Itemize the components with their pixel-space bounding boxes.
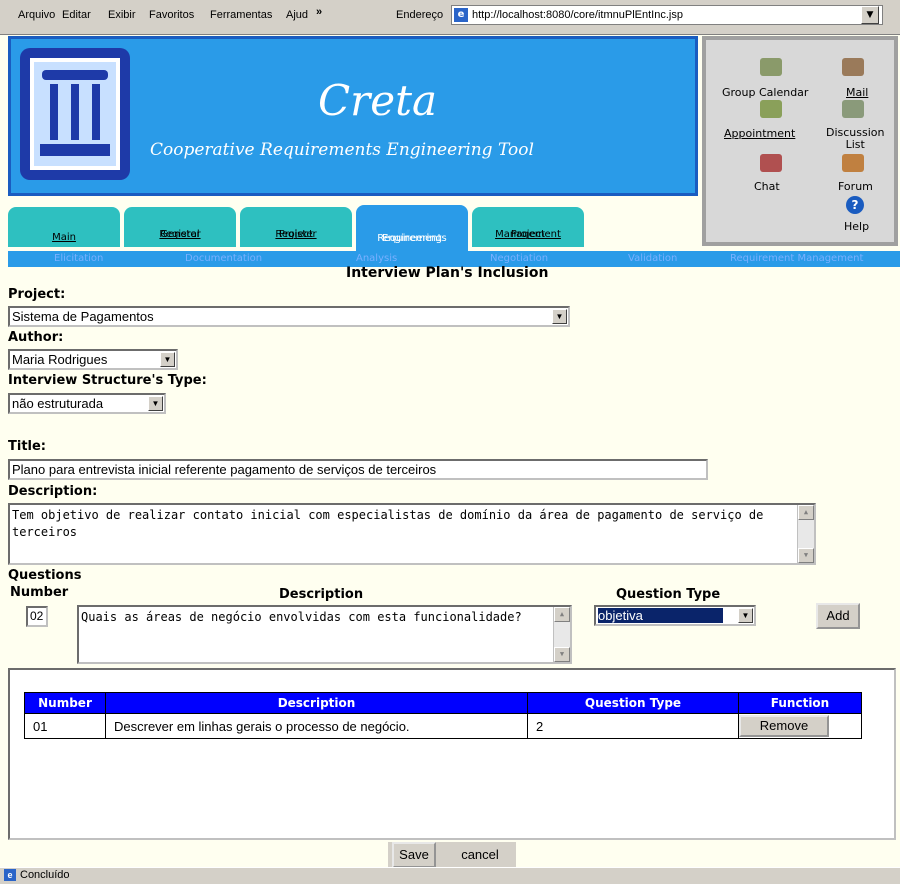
menu-ajuda[interactable]: Ajud (286, 9, 308, 21)
row-description: Descrever em linhas gerais o processo de… (105, 713, 528, 739)
menu-exibir[interactable]: Exibir (108, 9, 136, 21)
menu-overflow-chevron[interactable]: » (316, 6, 322, 18)
chat-icon[interactable] (760, 154, 782, 172)
description-textarea[interactable]: Tem objetivo de realizar contato inicial… (8, 503, 816, 565)
remove-button[interactable]: Remove (739, 715, 829, 737)
structure-type-label: Interview Structure's Type: (8, 373, 207, 388)
discussion-list-icon[interactable] (842, 100, 864, 118)
cancel-button[interactable]: cancel (446, 842, 514, 868)
subnav-documentation[interactable]: Documentation (185, 253, 262, 264)
description-header: Description (279, 587, 364, 602)
project-select[interactable]: Sistema de Pagamentos ▼ (8, 306, 570, 327)
menu-ferramentas[interactable]: Ferramentas (210, 9, 272, 21)
status-text: Concluído (20, 869, 70, 881)
mail-link[interactable]: Mail (846, 86, 868, 99)
row-number: 01 (24, 713, 106, 739)
app-title: Creta (318, 76, 437, 125)
scroll-down-icon[interactable]: ▼ (554, 647, 570, 662)
title-input[interactable]: Plano para entrevista inicial referente … (8, 459, 708, 480)
col-function: Function (738, 692, 862, 714)
chevron-down-icon: ▼ (148, 396, 163, 411)
tab-main[interactable]: Main (8, 207, 120, 247)
appointment-link[interactable]: Appointment (724, 127, 795, 140)
tools-panel: Group Calendar Mail Appointment Discussi… (702, 36, 898, 246)
col-question-type: Question Type (527, 692, 739, 714)
ie-page-icon: e (454, 8, 468, 22)
forum-link[interactable]: Forum (838, 180, 873, 193)
appointment-icon[interactable] (760, 100, 782, 118)
page-title: Interview Plan's Inclusion (346, 265, 549, 281)
question-type-header: Question Type (616, 587, 721, 602)
help-link[interactable]: Help (844, 220, 869, 233)
question-type-select[interactable]: objetiva ▼ (594, 605, 756, 626)
chevron-down-icon: ▼ (160, 352, 175, 367)
menu-favoritos[interactable]: Favoritos (149, 9, 194, 21)
description-label: Description: (8, 484, 98, 499)
discussion-list-link[interactable]: Discussion List (826, 127, 885, 151)
col-description: Description (105, 692, 528, 714)
subnav-elicitation[interactable]: Elicitation (54, 253, 103, 264)
tab-project-register[interactable]: Project Register (240, 207, 352, 247)
address-dropdown-button[interactable]: ▼ (861, 6, 879, 24)
row-function: Remove (738, 713, 862, 739)
group-calendar-link[interactable]: Group Calendar (722, 86, 808, 99)
calendar-icon[interactable] (760, 58, 782, 76)
menu-editar[interactable]: Editar (62, 9, 91, 21)
number-header: Number (10, 585, 69, 600)
chat-link[interactable]: Chat (754, 180, 780, 193)
table-row: 01 Descrever em linhas gerais o processo… (24, 713, 862, 739)
author-select[interactable]: Maria Rodrigues ▼ (8, 349, 178, 370)
add-question-button[interactable]: Add (816, 603, 860, 629)
question-description-textarea[interactable]: Quais as áreas de negócio envolvidas com… (77, 605, 572, 664)
project-label: Project: (8, 287, 66, 302)
scroll-down-icon[interactable]: ▼ (798, 548, 814, 563)
tab-requirements-engineering[interactable]: Requirements Engineering (356, 205, 468, 251)
subnav-validation[interactable]: Validation (628, 253, 677, 264)
col-number: Number (24, 692, 106, 714)
subnav-negotiation[interactable]: Negotiation (490, 253, 548, 264)
questions-table: Number Description Question Type Functio… (24, 692, 862, 739)
chevron-down-icon: ▼ (552, 309, 567, 324)
app-subtitle: Cooperative Requirements Engineering Too… (150, 140, 534, 160)
scroll-up-icon[interactable]: ▲ (798, 505, 814, 520)
scroll-up-icon[interactable]: ▲ (554, 607, 570, 622)
menu-arquivo[interactable]: Arquivo (18, 9, 55, 21)
tab-general-register[interactable]: General Register (124, 207, 236, 247)
description-scrollbar[interactable]: ▲ ▼ (797, 505, 814, 563)
forum-icon[interactable] (842, 154, 864, 172)
address-label: Endereço (396, 9, 444, 21)
title-label: Title: (8, 439, 47, 454)
subnav-requirement-management[interactable]: Requirement Management (730, 253, 863, 264)
questions-heading: Questions (8, 568, 82, 583)
column-logo-icon (30, 58, 120, 170)
address-field[interactable]: http://localhost:8080/core/itmnuPlEntInc… (451, 5, 883, 25)
save-button[interactable]: Save (392, 842, 436, 868)
mail-icon[interactable] (842, 58, 864, 76)
structure-type-select[interactable]: não estruturada ▼ (8, 393, 166, 414)
chevron-down-icon: ▼ (738, 608, 753, 623)
question-scrollbar[interactable]: ▲ ▼ (553, 607, 570, 662)
question-number-input[interactable]: 02 (26, 606, 48, 627)
help-icon[interactable]: ? (846, 196, 864, 214)
author-label: Author: (8, 330, 64, 345)
ie-page-icon: e (4, 869, 16, 881)
subnav-analysis[interactable]: Analysis (356, 253, 397, 264)
row-question-type: 2 (527, 713, 739, 739)
status-bar: e Concluído (0, 867, 900, 884)
tab-project-management[interactable]: Project Management (472, 207, 584, 247)
browser-menubar: Arquivo Editar Exibir Favoritos Ferramen… (0, 0, 900, 35)
